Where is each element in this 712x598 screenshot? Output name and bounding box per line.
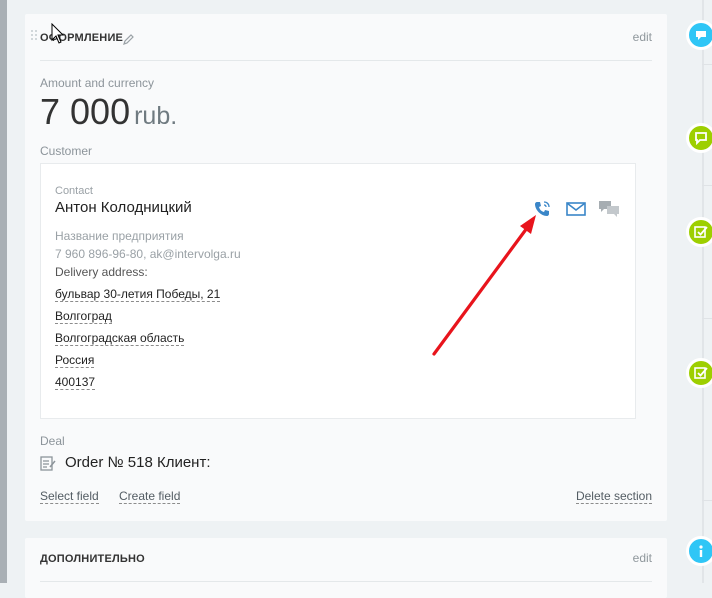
annotation-arrow xyxy=(432,215,536,356)
cursor-icon xyxy=(51,23,65,44)
